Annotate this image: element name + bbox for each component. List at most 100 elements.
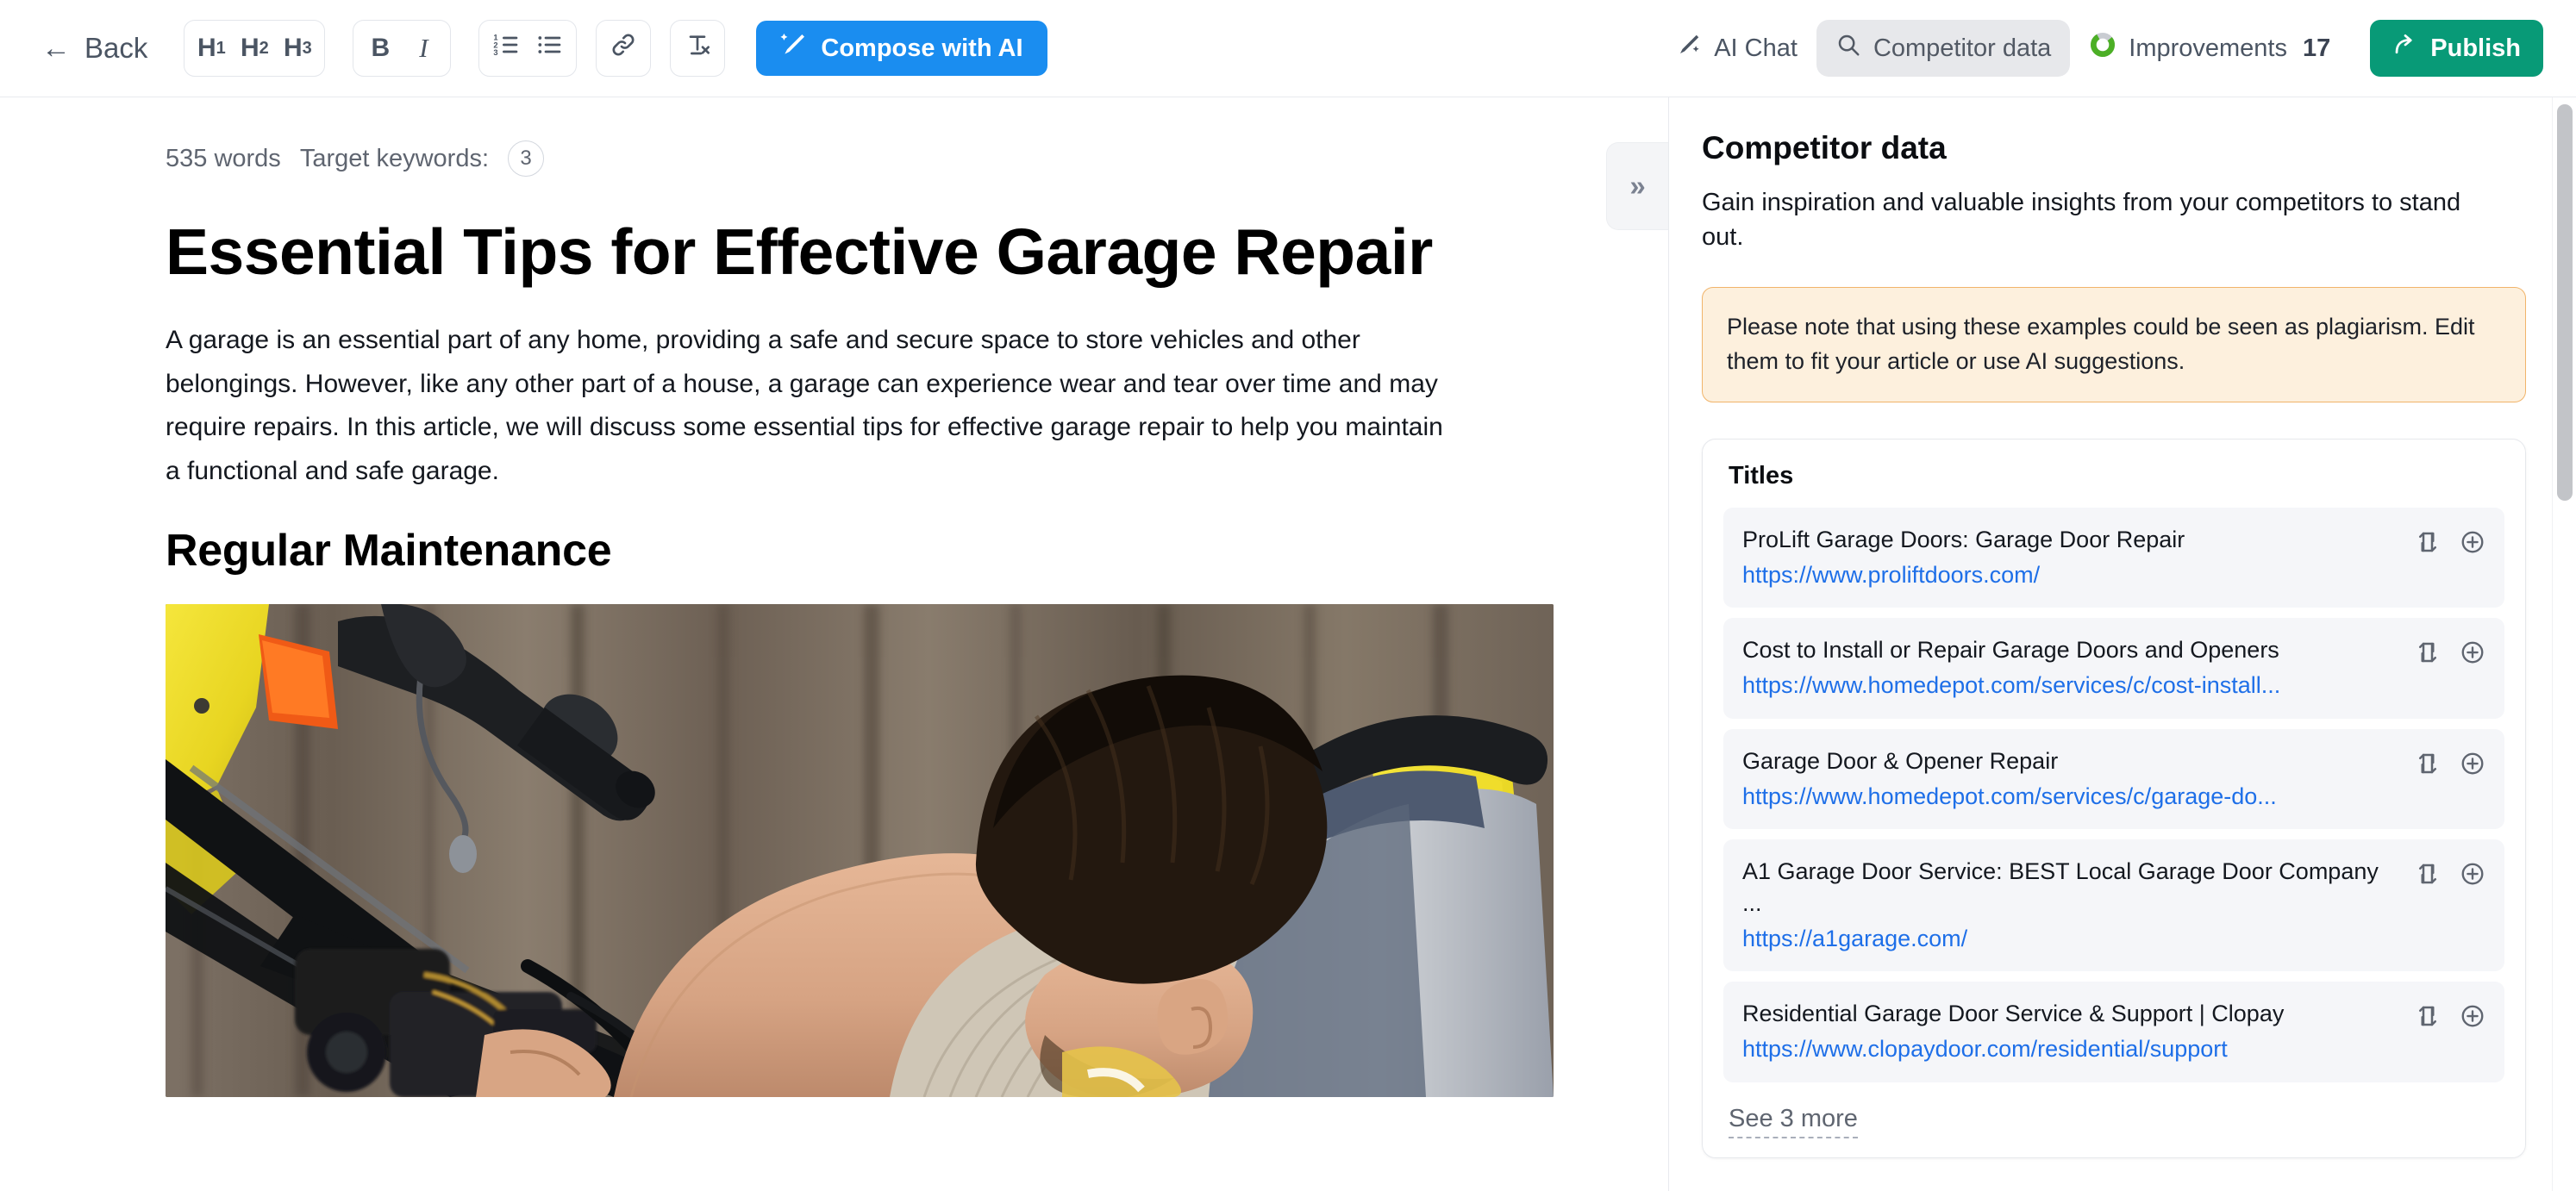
- panel-scrollbar-thumb[interactable]: [2557, 104, 2573, 501]
- list-item-texts: A1 Garage Door Service: BEST Local Garag…: [1742, 856, 2403, 954]
- list-item-title: A1 Garage Door Service: BEST Local Garag…: [1742, 858, 2379, 916]
- list-group: 1 2 3: [478, 20, 578, 77]
- clear-format-group: [670, 20, 726, 77]
- editor-pane: 535 words Target keywords: 3 Essential T…: [0, 97, 1668, 1191]
- list-item-title: ProLift Garage Doors: Garage Door Repair: [1742, 526, 2185, 552]
- ai-sparkle-icon: [780, 31, 808, 65]
- list-item-actions: [2415, 634, 2485, 665]
- link-icon: [609, 31, 638, 65]
- svg-text:3: 3: [494, 48, 498, 57]
- list-item-actions: [2415, 998, 2485, 1029]
- toolbar-right-group: AI Chat Competitor data Improvements 17: [1657, 19, 2576, 78]
- list-item[interactable]: ProLift Garage Doors: Garage Door Repair…: [1723, 507, 2504, 608]
- list-item-texts: ProLift Garage Doors: Garage Door Repair…: [1742, 524, 2403, 590]
- replace-icon[interactable]: [2415, 529, 2441, 555]
- heading-3-button[interactable]: H3: [276, 25, 319, 72]
- replace-icon[interactable]: [2415, 1003, 2441, 1029]
- ordered-list-button[interactable]: 1 2 3: [485, 25, 528, 72]
- target-keywords-label: Target keywords:: [299, 144, 490, 172]
- document-heading-2[interactable]: Regular Maintenance: [166, 525, 1444, 577]
- titles-card: Titles ProLift Garage Doors: Garage Door…: [1702, 438, 2526, 1158]
- clear-formatting-button[interactable]: [676, 25, 719, 72]
- panel-subtitle: Gain inspiration and valuable insights f…: [1702, 189, 2461, 252]
- ai-sparkle-icon: [1676, 32, 1702, 65]
- competitor-data-button[interactable]: Competitor data: [1816, 20, 2071, 77]
- document-photo[interactable]: [166, 603, 1554, 1097]
- list-item-title: Residential Garage Door Service & Suppor…: [1742, 1001, 2285, 1027]
- heading-1-button[interactable]: H1: [190, 25, 233, 72]
- heading-2-button[interactable]: H2: [233, 25, 276, 72]
- list-item-title: Cost to Install or Repair Garage Doors a…: [1742, 637, 2279, 664]
- plus-circle-icon[interactable]: [2460, 861, 2485, 887]
- list-item-actions: [2415, 745, 2485, 776]
- h3-label: H: [283, 34, 303, 62]
- list-item-actions: [2415, 856, 2485, 887]
- bullet-list-button[interactable]: [528, 25, 571, 72]
- italic-button[interactable]: I: [402, 25, 445, 72]
- list-item-title: Garage Door & Opener Repair: [1742, 747, 2059, 774]
- plus-circle-icon[interactable]: [2460, 751, 2485, 776]
- compose-with-ai-button[interactable]: Compose with AI: [756, 21, 1047, 76]
- bullet-list-icon: [535, 31, 564, 65]
- ai-chat-label: AI Chat: [1714, 34, 1798, 62]
- motorcycle-repair-photo: [166, 603, 1554, 1097]
- list-item-texts: Residential Garage Door Service & Suppor…: [1742, 998, 2403, 1064]
- replace-icon[interactable]: [2415, 639, 2441, 665]
- list-item-texts: Garage Door & Opener Repair https://www.…: [1742, 745, 2403, 812]
- h3-sub: 3: [302, 38, 312, 58]
- improvements-label: Improvements: [2129, 34, 2287, 62]
- improvements-button[interactable]: Improvements 17: [2070, 19, 2349, 78]
- publish-button[interactable]: Publish: [2370, 20, 2543, 77]
- list-item-url[interactable]: https://www.homedepot.com/services/c/cos…: [1742, 670, 2403, 702]
- see-more-button[interactable]: See 3 more: [1729, 1105, 1858, 1138]
- link-button[interactable]: [602, 25, 645, 72]
- plus-circle-icon[interactable]: [2460, 529, 2485, 555]
- text-style-group: B I: [353, 20, 452, 77]
- plus-circle-icon[interactable]: [2460, 1003, 2485, 1029]
- link-group: [596, 20, 652, 77]
- document-paragraph[interactable]: A garage is an essential part of any hom…: [166, 319, 1444, 494]
- plus-circle-icon[interactable]: [2460, 639, 2485, 665]
- collapse-panel-button[interactable]: »: [1606, 142, 1668, 230]
- bold-button[interactable]: B: [359, 25, 402, 72]
- panel-scroll-area: Competitor data Gain inspiration and val…: [1669, 97, 2552, 1191]
- list-item-actions: [2415, 524, 2485, 555]
- list-item-url[interactable]: https://a1garage.com/: [1742, 923, 2403, 955]
- competitor-data-panel: Competitor data Gain inspiration and val…: [1668, 97, 2576, 1191]
- list-item[interactable]: Cost to Install or Repair Garage Doors a…: [1723, 618, 2504, 719]
- top-toolbar: ← Back H1 H2 H3 B I 1 2 3 Compose with A…: [0, 0, 2576, 97]
- replace-icon[interactable]: [2415, 861, 2441, 887]
- clear-format-icon: [683, 31, 712, 65]
- compose-button-label: Compose with AI: [821, 34, 1023, 62]
- ai-chat-button[interactable]: AI Chat: [1657, 20, 1816, 77]
- document-title[interactable]: Essential Tips for Effective Garage Repa…: [166, 215, 1444, 290]
- titles-card-heading: Titles: [1729, 461, 1794, 489]
- list-item-url[interactable]: https://www.proliftdoors.com/: [1742, 559, 2403, 591]
- plagiarism-notice: Please note that using these examples co…: [1702, 287, 2526, 402]
- list-item-url[interactable]: https://www.homedepot.com/services/c/gar…: [1742, 781, 2403, 813]
- improvements-count: 17: [2303, 34, 2331, 62]
- h2-sub: 2: [259, 38, 269, 58]
- editor-content[interactable]: 535 words Target keywords: 3 Essential T…: [0, 97, 1668, 1097]
- replace-icon[interactable]: [2415, 751, 2441, 776]
- word-count: 535 words: [166, 144, 281, 172]
- panel-title: Competitor data: [1702, 130, 1947, 165]
- list-item-texts: Cost to Install or Repair Garage Doors a…: [1742, 634, 2403, 701]
- list-item[interactable]: Residential Garage Door Service & Suppor…: [1723, 982, 2504, 1082]
- competitor-data-label: Competitor data: [1873, 34, 2052, 62]
- publish-button-label: Publish: [2430, 34, 2521, 62]
- back-button[interactable]: ← Back: [33, 25, 156, 72]
- arrow-left-icon: ←: [41, 32, 71, 65]
- list-item[interactable]: Garage Door & Opener Repair https://www.…: [1723, 728, 2504, 830]
- search-icon: [1835, 32, 1861, 65]
- main-body: 535 words Target keywords: 3 Essential T…: [0, 97, 2576, 1191]
- list-item[interactable]: A1 Garage Door Service: BEST Local Garag…: [1723, 839, 2504, 972]
- share-arrow-icon: [2392, 32, 2418, 65]
- heading-buttons-group: H1 H2 H3: [184, 20, 326, 77]
- back-button-label: Back: [84, 32, 148, 64]
- editor-meta-row: 535 words Target keywords: 3: [166, 140, 1444, 177]
- list-item-url[interactable]: https://www.clopaydoor.com/residential/s…: [1742, 1033, 2403, 1065]
- ordered-list-icon: 1 2 3: [491, 31, 521, 65]
- panel-scrollbar[interactable]: [2552, 97, 2576, 1191]
- target-keywords-count-badge[interactable]: 3: [508, 140, 545, 177]
